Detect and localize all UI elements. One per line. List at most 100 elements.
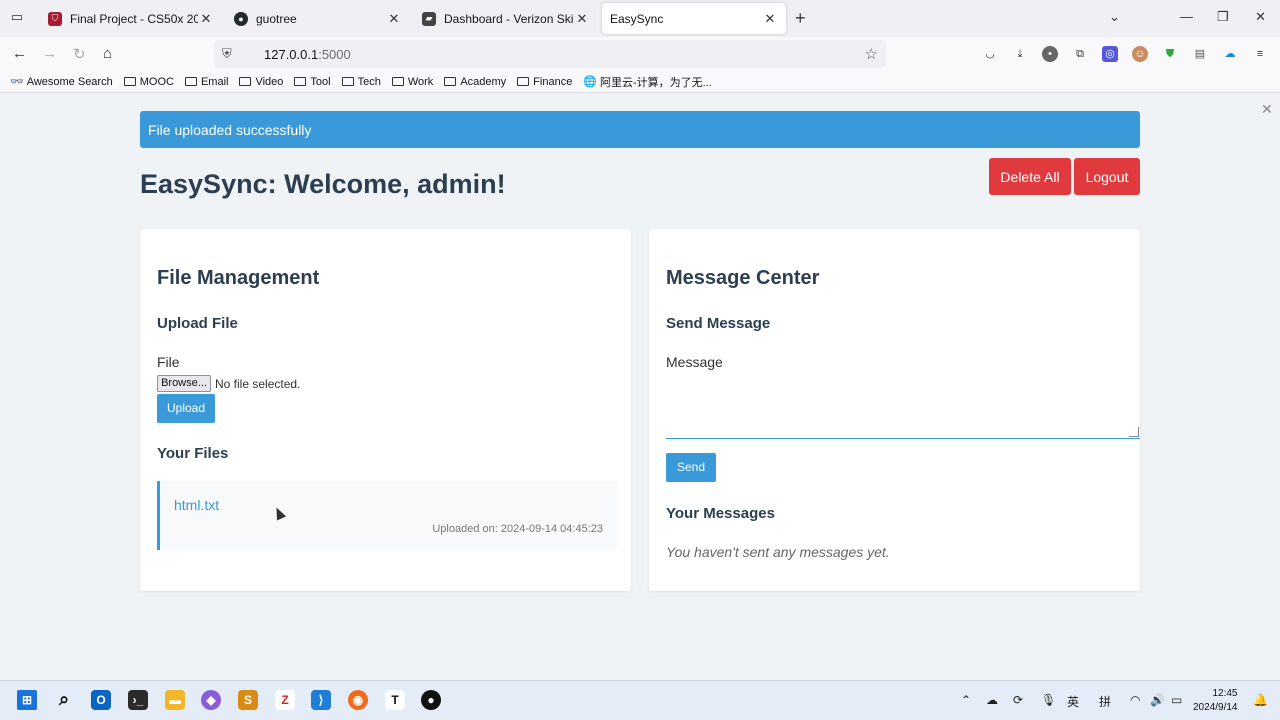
typora-icon[interactable]: T <box>385 690 405 710</box>
zotero-icon[interactable]: Z <box>275 690 295 710</box>
bookmark-label: Tech <box>357 75 381 88</box>
file-list-item: html.txt Uploaded on: 2024-09-14 04:45:2… <box>157 481 617 550</box>
app-notification-icon[interactable]: ● <box>421 690 441 710</box>
folder-icon <box>341 77 354 86</box>
close-tab-icon[interactable]: ✕ <box>574 11 590 27</box>
send-button[interactable]: Send <box>666 453 716 482</box>
windows-start-icon[interactable]: ⊞ <box>17 690 37 710</box>
sync-icon[interactable]: ⟳ <box>1013 693 1023 707</box>
logout-button[interactable]: Logout <box>1074 158 1140 195</box>
resize-handle-icon[interactable] <box>1129 427 1139 437</box>
bookmark-label: Tool <box>310 75 331 88</box>
notification-bell-icon[interactable]: 🔔 <box>1253 693 1268 707</box>
close-tab-icon[interactable]: ✕ <box>198 11 214 27</box>
bookmark-star-icon[interactable]: ☆ <box>865 45 878 63</box>
empty-messages-text: You haven't sent any messages yet. <box>666 544 890 560</box>
obsidian-icon[interactable]: ◆ <box>201 690 221 710</box>
extension-purple-icon[interactable]: ◎ <box>1102 46 1118 62</box>
bookmark-work[interactable]: Work <box>391 75 434 88</box>
minimize-icon[interactable]: — <box>1180 9 1193 24</box>
harvard-shield-icon: ⛉ <box>48 11 62 26</box>
cloud-sync-icon[interactable]: ☁ <box>1222 46 1238 62</box>
tab-guotree[interactable]: ● guotree ✕ <box>226 3 410 34</box>
firefox-icon[interactable]: ◉ <box>348 690 368 710</box>
folder-icon <box>444 77 457 86</box>
bookmark-aliyun[interactable]: 🌐 阿里云-计算，为了无... <box>583 74 712 90</box>
folder-icon <box>294 77 307 86</box>
file-explorer-icon[interactable]: ▬ <box>165 690 185 710</box>
home-icon[interactable]: ⌂ <box>103 45 112 62</box>
tracking-shield-icon[interactable]: ⛨ <box>222 46 232 62</box>
globe-icon: 🌐 <box>583 76 598 88</box>
bookmark-label: Video <box>255 75 284 88</box>
tab-title: Final Project - CS50x 2024 <box>70 11 198 26</box>
windows-taskbar: ⊞ ⌕ O ›_ ▬ ◆ S Z ⟩ ◉ T ● ⌃ ☁ ⟳ 🎙 英 拼 ◠ 🔊… <box>0 680 1280 720</box>
dismiss-flash-icon[interactable]: ✕ <box>1261 101 1273 118</box>
restore-icon[interactable]: ❐ <box>1217 9 1229 25</box>
close-window-icon[interactable]: ✕ <box>1255 9 1266 25</box>
vscode-icon[interactable]: ⟩ <box>311 690 331 710</box>
bookmark-email[interactable]: Email <box>184 75 229 88</box>
downloads-icon[interactable]: ⤓ <box>1012 46 1028 62</box>
tab-dashboard[interactable]: ▰ Dashboard - Verizon Skill For ✕ <box>414 3 598 34</box>
folder-icon <box>123 77 136 86</box>
bookmark-academy[interactable]: Academy <box>444 76 506 88</box>
your-files-heading: Your Files <box>157 445 229 462</box>
delete-all-button[interactable]: Delete All <box>989 158 1071 195</box>
tab-final-project[interactable]: ⛉ Final Project - CS50x 2024 ✕ <box>40 3 222 34</box>
chevron-up-icon[interactable]: ⌃ <box>961 693 971 707</box>
bookmark-video[interactable]: Video <box>239 76 283 88</box>
address-bar[interactable]: ⛨ 127.0.0.1 :5000 ☆ <box>214 40 886 68</box>
upload-heading: Upload File <box>157 315 238 332</box>
ime-pinyin[interactable]: 拼 <box>1099 693 1111 710</box>
tab-list-icon[interactable]: ▭ <box>8 9 26 27</box>
bookmark-awesome-search[interactable]: 👓 Awesome Search <box>10 75 113 89</box>
back-icon[interactable]: ← <box>12 45 27 62</box>
folder-icon <box>239 77 252 86</box>
upload-button[interactable]: Upload <box>157 394 215 423</box>
wifi-icon[interactable]: ◠ <box>1130 693 1140 707</box>
chevron-down-icon[interactable]: ⌄ <box>1109 9 1120 25</box>
terminal-icon[interactable]: ›_ <box>128 690 148 710</box>
github-icon: ● <box>234 11 248 26</box>
bookmark-finance[interactable]: Finance <box>517 76 572 88</box>
extensions-puzzle-icon[interactable]: ⧉ <box>1072 46 1088 62</box>
reload-icon[interactable]: ↻ <box>73 45 86 63</box>
outlook-icon[interactable]: O <box>91 690 111 710</box>
menu-icon[interactable]: ≡ <box>1252 46 1268 62</box>
bookmark-label: Email <box>200 75 229 88</box>
extension-avatar-icon[interactable]: • <box>1042 46 1058 62</box>
message-textarea[interactable] <box>666 373 1140 439</box>
tab-easysync[interactable]: EasySync ✕ <box>602 3 786 34</box>
file-link[interactable]: html.txt <box>174 497 219 513</box>
browser-nav-bar: ← → ↻ ⌂ ⛨ 127.0.0.1 :5000 ☆ ◡ ⤓ • ⧉ ◎ ☺ … <box>0 37 1280 71</box>
forward-icon[interactable]: → <box>42 45 57 62</box>
close-tab-icon[interactable]: ✕ <box>386 11 402 27</box>
microphone-icon[interactable]: 🎙 <box>1041 693 1056 707</box>
new-tab-icon[interactable]: + <box>795 8 806 29</box>
search-icon[interactable]: ⌕ <box>54 690 74 710</box>
bookmark-tech[interactable]: Tech <box>341 75 381 88</box>
tab-title: EasySync <box>610 11 664 26</box>
bookmark-tool[interactable]: Tool <box>294 75 331 88</box>
sublime-icon[interactable]: S <box>238 690 258 710</box>
system-clock[interactable]: 12:45 2024/9/14 <box>1193 687 1238 715</box>
file-label: File <box>157 354 180 370</box>
onedrive-icon[interactable]: ☁ <box>986 693 998 707</box>
browse-button[interactable]: Browse... <box>157 375 211 392</box>
folder-icon <box>184 77 197 86</box>
reader-icon[interactable]: ▤ <box>1192 46 1208 62</box>
battery-icon[interactable]: ▭ <box>1171 693 1182 707</box>
url-host: 127.0.0.1 <box>264 46 319 62</box>
ime-mode[interactable]: 英 <box>1067 693 1079 710</box>
bookmark-label: Work <box>407 75 434 88</box>
message-center-card: Message Center Send Message Message Send… <box>649 229 1140 591</box>
bookmark-mooc[interactable]: MOOC <box>123 75 174 88</box>
file-management-card: File Management Upload File File Browse.… <box>140 229 631 591</box>
adblock-shield-icon[interactable]: ⛊ <box>1162 46 1178 62</box>
bookmark-label: MOOC <box>139 75 174 88</box>
pocket-icon[interactable]: ◡ <box>982 46 998 62</box>
volume-icon[interactable]: 🔊 <box>1150 693 1165 707</box>
extension-face-icon[interactable]: ☺ <box>1132 46 1148 62</box>
close-tab-icon[interactable]: ✕ <box>762 11 778 27</box>
